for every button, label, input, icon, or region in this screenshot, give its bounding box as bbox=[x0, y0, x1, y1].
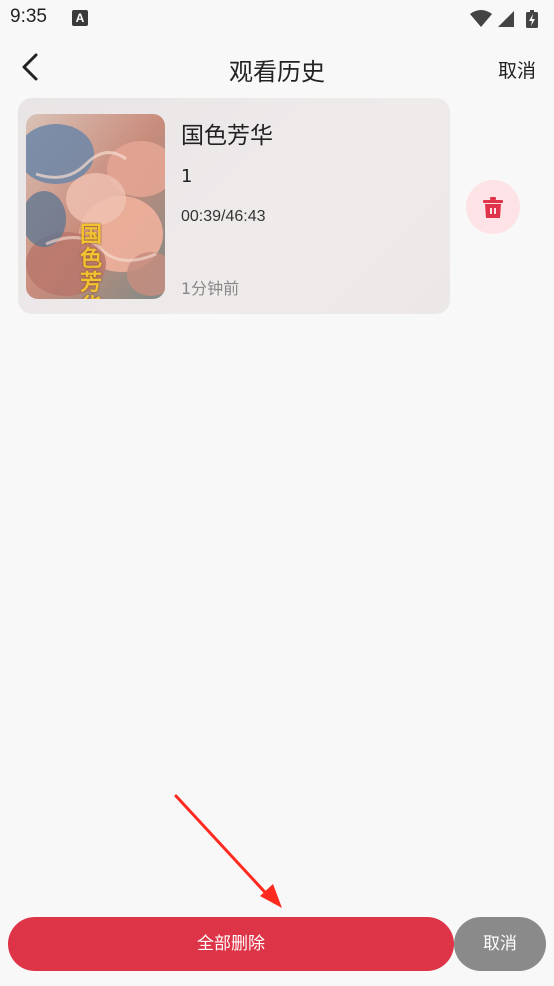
battery-icon bbox=[526, 10, 538, 28]
status-time: 9:35 bbox=[10, 6, 47, 27]
delete-all-button[interactable]: 全部删除 bbox=[8, 917, 454, 971]
cancel-button[interactable]: 取消 bbox=[454, 917, 546, 971]
trash-icon bbox=[483, 197, 503, 218]
status-bar: 9:35 A bbox=[0, 0, 554, 38]
status-icons bbox=[470, 10, 538, 28]
nav-cancel-button[interactable]: 取消 bbox=[498, 56, 536, 83]
history-item-progress: 00:39/46:43 bbox=[181, 208, 266, 225]
history-item-title: 国色芳华 bbox=[181, 123, 273, 149]
signal-icon bbox=[498, 11, 514, 27]
notification-icon-letter: A bbox=[75, 11, 85, 25]
poster-title-art: 国色芳华 bbox=[80, 223, 103, 300]
history-item-episode: 1 bbox=[181, 166, 193, 187]
delete-item-button[interactable] bbox=[466, 180, 520, 234]
nav-bar: 观看历史 取消 bbox=[0, 38, 554, 98]
page-title: 观看历史 bbox=[229, 58, 325, 86]
chevron-left-icon bbox=[22, 53, 38, 81]
back-button[interactable] bbox=[14, 50, 48, 84]
poster-image: 国色芳华 bbox=[26, 114, 165, 299]
history-item-card[interactable]: 国色芳华 国色芳华 1 00:39/46:43 1分钟前 bbox=[18, 98, 450, 314]
annotation-arrow-icon bbox=[174, 794, 282, 908]
history-item-time: 1分钟前 bbox=[181, 279, 240, 298]
wifi-icon bbox=[470, 10, 492, 27]
notification-icon: A bbox=[72, 10, 88, 26]
